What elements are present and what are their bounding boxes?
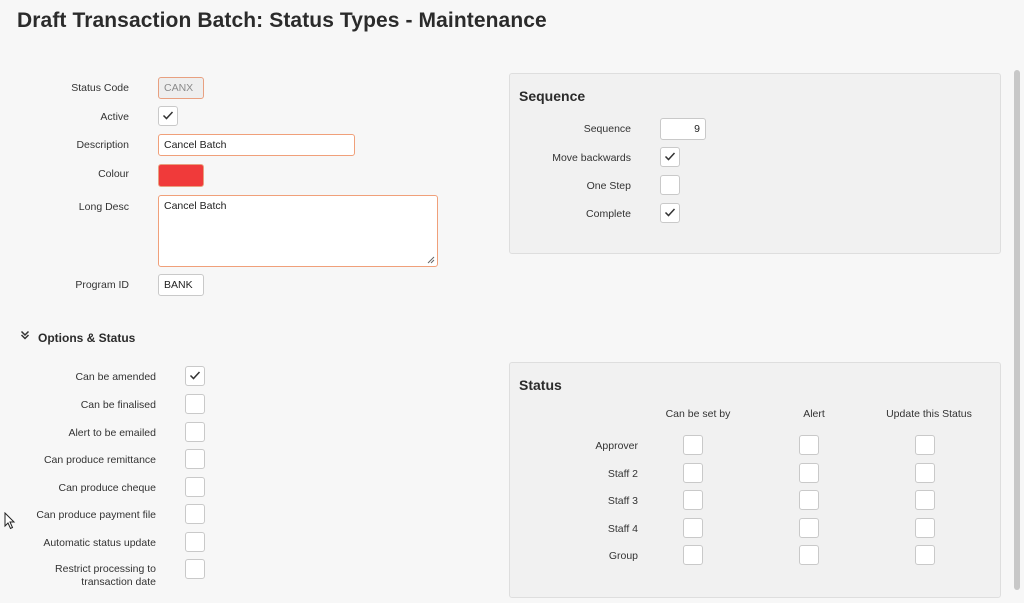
status-code-label: Status Code — [71, 82, 129, 94]
complete-checkbox[interactable] — [660, 203, 680, 223]
program-id-label: Program ID — [75, 279, 129, 291]
status-grid-checkbox[interactable] — [915, 462, 935, 483]
status-grid-checkbox[interactable] — [683, 545, 703, 565]
page-title: Draft Transaction Batch: Status Types - … — [17, 9, 547, 32]
option-label: Can produce payment file — [10, 509, 156, 522]
active-label: Active — [100, 111, 129, 123]
status-grid-checkbox[interactable] — [915, 517, 935, 538]
option-label-line-2: transaction date — [81, 576, 156, 588]
check-icon — [189, 371, 201, 380]
status-grid-checkbox[interactable] — [915, 490, 935, 510]
option-label-line: Can produce cheque — [58, 482, 157, 494]
vertical-scrollbar[interactable] — [1014, 70, 1020, 590]
status-grid-checkbox[interactable] — [683, 435, 703, 455]
status-grid-checkbox[interactable] — [799, 462, 819, 483]
status-row-label: Group — [608, 550, 638, 562]
status-grid-checkbox[interactable] — [799, 435, 819, 455]
option-label: Can be amended — [10, 371, 156, 384]
description-field[interactable] — [158, 134, 355, 156]
option-checkbox[interactable] — [185, 532, 205, 552]
active-checkbox[interactable] — [158, 106, 178, 126]
status-grid-checkbox[interactable] — [799, 545, 819, 565]
chevron-double-down-icon[interactable] — [20, 330, 30, 340]
status-row-label: Staff 4 — [607, 522, 638, 535]
move-backwards-label: Move backwards — [552, 152, 631, 164]
column-header-update-this-status: Update this Status — [886, 408, 972, 420]
check-icon — [664, 152, 676, 161]
option-label-line: Alert to be emailed — [68, 427, 156, 439]
option-label: Can produce cheque — [10, 482, 157, 495]
move-backwards-checkbox[interactable] — [660, 147, 680, 167]
column-header-can-be-set-by: Can be set by — [665, 408, 731, 420]
check-icon — [664, 208, 676, 217]
option-checkbox[interactable] — [185, 559, 205, 579]
option-label: Alert to be emailed — [10, 427, 156, 440]
complete-label: Complete — [586, 208, 631, 220]
option-label-line: Automatic status update — [43, 537, 156, 549]
option-checkbox[interactable] — [185, 504, 205, 524]
column-header-alert: Alert — [803, 408, 825, 420]
option-label-line: Can produce remittance — [43, 454, 156, 466]
program-id-field[interactable] — [158, 274, 204, 296]
option-label: Can produce remittance — [10, 454, 156, 467]
option-label-line: Can produce payment file — [36, 509, 156, 521]
mouse-cursor-icon — [4, 512, 16, 530]
status-grid-checkbox[interactable] — [799, 490, 819, 510]
status-grid-checkbox[interactable] — [683, 462, 703, 483]
status-row-label: Staff 3 — [607, 495, 638, 507]
option-checkbox[interactable] — [185, 422, 205, 442]
status-grid-checkbox[interactable] — [683, 517, 703, 538]
sequence-field[interactable] — [660, 118, 706, 140]
status-row-label: Staff 2 — [607, 467, 638, 480]
option-label-line: Can be amended — [75, 371, 156, 383]
option-label-line: Restrict processing to — [55, 563, 156, 575]
description-label: Description — [76, 139, 129, 151]
options-status-title[interactable]: Options & Status — [38, 331, 135, 345]
option-label: Can be finalised — [10, 399, 156, 412]
status-code-field[interactable] — [158, 77, 204, 99]
option-checkbox[interactable] — [185, 449, 205, 469]
status-panel-title: Status — [519, 377, 562, 393]
option-label: Automatic status update — [10, 537, 156, 550]
colour-swatch[interactable] — [158, 164, 204, 187]
option-label-line: Can be finalised — [80, 399, 156, 411]
status-grid-checkbox[interactable] — [915, 435, 935, 455]
option-label: Restrict processing to transaction date — [10, 563, 156, 589]
option-checkbox[interactable] — [185, 477, 205, 497]
one-step-checkbox[interactable] — [660, 175, 680, 195]
one-step-label: One Step — [586, 180, 631, 192]
status-row-label: Approver — [595, 440, 638, 452]
check-icon — [162, 111, 174, 120]
long-desc-textarea[interactable]: Cancel Batch — [158, 195, 438, 267]
long-desc-label: Long Desc — [78, 201, 129, 213]
colour-label: Colour — [98, 168, 129, 180]
option-checkbox[interactable] — [185, 394, 205, 414]
status-grid-checkbox[interactable] — [915, 545, 935, 565]
status-grid-checkbox[interactable] — [799, 517, 819, 538]
resize-grip-icon[interactable] — [427, 256, 435, 264]
sequence-panel-title: Sequence — [519, 88, 586, 104]
sequence-label: Sequence — [583, 123, 631, 135]
option-checkbox[interactable] — [185, 366, 205, 386]
status-grid-checkbox[interactable] — [683, 490, 703, 510]
